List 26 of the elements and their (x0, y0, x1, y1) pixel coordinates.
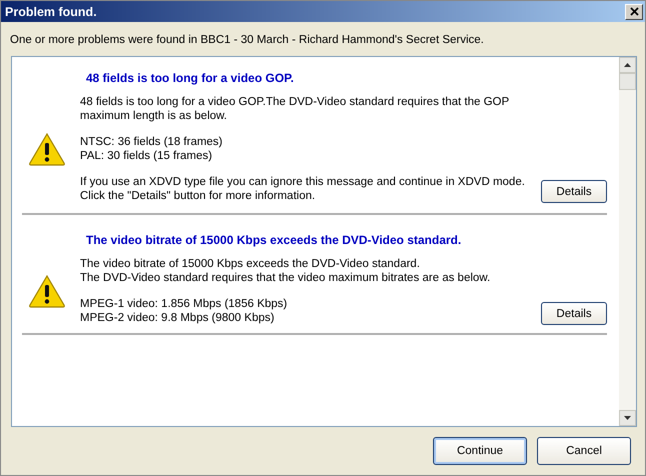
details-button[interactable]: Details (541, 302, 607, 325)
details-button[interactable]: Details (541, 180, 607, 203)
warning-icon (28, 132, 66, 166)
close-button[interactable] (625, 4, 643, 20)
warning-icon (28, 274, 66, 308)
scroll-up-button[interactable] (619, 57, 636, 73)
dialog-button[interactable]: Continue (433, 437, 527, 465)
scrollbar[interactable] (619, 57, 636, 426)
message-text: MPEG-2 video: 9.8 Mbps (9800 Kbps) (80, 311, 276, 325)
window-title: Problem found. (5, 4, 97, 18)
message-text: The video bitrate of 15000 Kbps exceeds the DVD-Video standard. (80, 257, 421, 271)
problem-title: The video bitrate of 15000 Kbps exceeds the DVD-Video standard. (86, 233, 462, 247)
message-text: 48 fields is too long for a video GOP.The DVD-Video standard requires that the GOP maximum length is as below. (80, 95, 510, 123)
message-text: MPEG-1 video: 1.856 Mbps (1856 Kbps) (80, 297, 288, 311)
message-text: The DVD-Video standard requires that the video maximum bitrates are as below. (80, 271, 492, 285)
message-text: NTSC: 36 fields (18 frames) (80, 135, 224, 149)
close-icon (630, 7, 638, 16)
dialog-button[interactable]: Cancel (537, 437, 631, 465)
scroll-down-button[interactable] (619, 410, 636, 426)
scroll-thumb[interactable] (619, 73, 636, 90)
up-arrow-icon (624, 63, 631, 67)
problem-title: 48 fields is too long for a video GOP. (86, 71, 295, 85)
down-arrow-icon (624, 416, 631, 420)
summary-text: One or more problems were found in BBC1 - 30 March - Richard Hammond's Secret Service. (9, 33, 485, 48)
message-text: If you use an XDVD type file you can ignore this message and continue in XDVD mode. Click the "Details" button for more information. (80, 175, 526, 203)
message-text: PAL: 30 fields (15 frames) (80, 149, 214, 163)
